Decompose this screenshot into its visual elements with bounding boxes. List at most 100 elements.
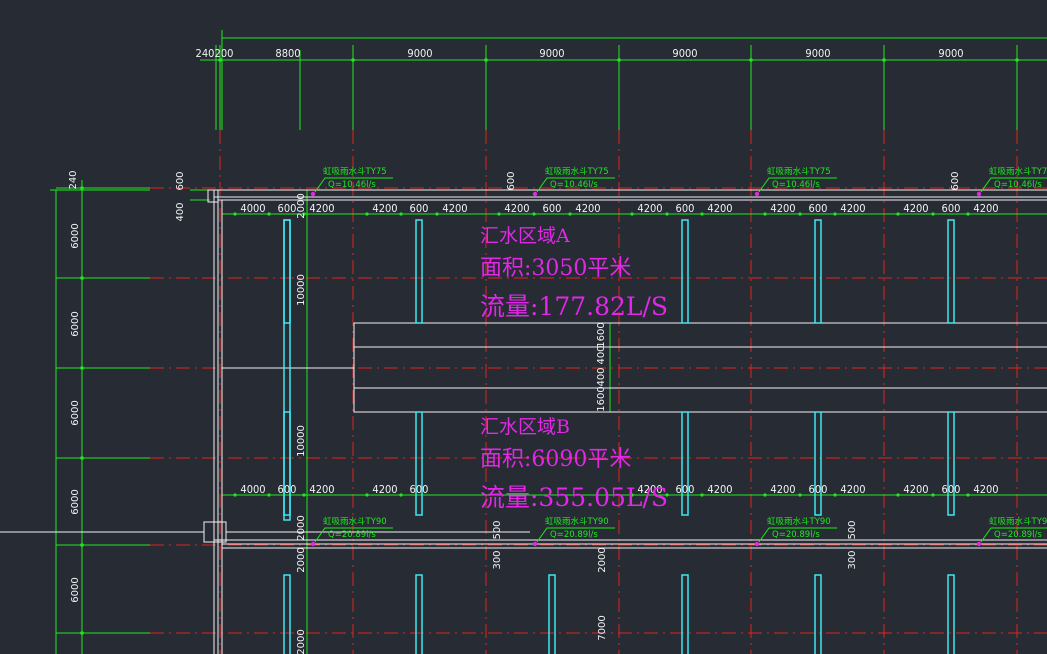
top-dim-200: 200 (215, 47, 234, 60)
gutter-b-6 (947, 411, 955, 516)
inner-dim-bottom-6: 600 (676, 483, 695, 496)
dim-7000: 7000 (597, 615, 608, 640)
left-dim-240: 240 (68, 170, 79, 189)
drain-label-top-2: 虹吸雨水斗TY75 (545, 166, 609, 177)
inner-dim-bottom-11: 4200 (903, 483, 928, 496)
inner-dot-bottom-2 (302, 493, 306, 497)
inner-dot-top-15 (896, 212, 900, 216)
gutter-a-4 (681, 219, 689, 324)
inner-dot-top-8 (568, 212, 572, 216)
inner-dim-top-14: 4200 (840, 202, 865, 215)
drain-flow-top-3: Q=10.46l/s (772, 180, 820, 190)
gutter-b-4 (681, 411, 689, 516)
inner-dot-top-3 (365, 212, 369, 216)
mid-dim-400b: 400 (596, 367, 607, 386)
cad-drawing-canvas[interactable]: 240 200 8800 9000 9000 9000 9000 9000 240 6000 600… (0, 0, 1047, 654)
drain-label-bottom-1: 虹吸雨水斗TY90 (323, 516, 387, 527)
zone-b-flow: 流量:355.05L/S (480, 483, 668, 512)
gutter-c-6 (947, 574, 955, 654)
drain-label-bottom-2: 虹吸雨水斗TY90 (545, 516, 609, 527)
inner-dot-bottom-1 (267, 493, 271, 497)
inner-dim-top-1: 600 (278, 202, 297, 215)
inner-dim-top-11: 4200 (707, 202, 732, 215)
gutter-a-1 (283, 219, 291, 324)
inner-dim-top-17: 4200 (973, 202, 998, 215)
drain-label-top-1: 虹吸雨水斗TY75 (323, 166, 387, 177)
inner-dim-bottom-4: 600 (410, 483, 429, 496)
inner-dim-top-3: 4200 (372, 202, 397, 215)
vert-dim-10000b: 10000 (296, 425, 307, 457)
dim-500a: 500 (492, 520, 503, 539)
dim-600-top-a: 600 (506, 171, 517, 190)
vert-dim-10000a: 10000 (296, 274, 307, 306)
top-dim-240: 240 (196, 47, 215, 60)
dim-300b: 300 (847, 550, 858, 569)
inner-dot-bottom-11 (896, 493, 900, 497)
left-dim-bay-1: 6000 (70, 223, 81, 248)
drain-point-bottom-3 (754, 541, 760, 547)
inner-dim-top-8: 4200 (575, 202, 600, 215)
inner-dim-top-2: 4200 (309, 202, 334, 215)
drain-label-bottom-4: 虹吸雨水斗TY90 (989, 516, 1047, 527)
dim-2000-mid: 2000 (597, 547, 608, 572)
inner-dim-top-9: 4200 (637, 202, 662, 215)
inner-dim-bottom-7: 4200 (707, 483, 732, 496)
inner-dim-top-4: 600 (410, 202, 429, 215)
dim-500b: 500 (847, 520, 858, 539)
drain-point-top-3 (754, 191, 760, 197)
inner-dot-top-9 (630, 212, 634, 216)
inner-dot-bottom-10 (833, 493, 837, 497)
top-dim-bay-1: 9000 (407, 47, 432, 60)
inner-dot-bottom-7 (700, 493, 704, 497)
drain-flow-top-2: Q=10.46l/s (550, 180, 598, 190)
inner-dot-bottom-9 (798, 493, 802, 497)
top-dim-dot-6 (1015, 58, 1019, 62)
inner-dot-top-1 (267, 212, 271, 216)
inner-dim-bottom-1: 600 (278, 483, 297, 496)
inner-dim-top-5: 4200 (442, 202, 467, 215)
inner-dot-top-12 (763, 212, 767, 216)
zone-a-area: 面积:3050平米 (480, 256, 631, 281)
zone-b-annotation: 汇水区域B 面积:6090平米 流量:355.05L/S (480, 416, 668, 512)
inner-dim-bottom-9: 600 (809, 483, 828, 496)
dimension-texts: 240 200 8800 9000 9000 9000 9000 90002406000600… (68, 47, 999, 654)
mid-dim-400a: 400 (596, 345, 607, 364)
inner-dot-bottom-3 (365, 493, 369, 497)
zone-b-name: 汇水区域B (480, 416, 570, 438)
vert-dim-2000a: 2000 (296, 193, 307, 218)
mid-dim-1600a: 1600 (596, 322, 607, 347)
left-dim-bay-3: 6000 (70, 400, 81, 425)
inner-dot-top-14 (833, 212, 837, 216)
left-dim-dot-3 (80, 456, 84, 460)
gutter-col1-full (283, 219, 291, 521)
inner-dim-bottom-0: 4000 (240, 483, 265, 496)
inner-dim-top-7: 600 (543, 202, 562, 215)
top-dim-bay-4: 9000 (805, 47, 830, 60)
inner-dot-bottom-4 (399, 493, 403, 497)
mid-dim-1600b: 1600 (596, 386, 607, 411)
vert-dim-2000b: 2000 (296, 515, 307, 540)
zone-a-name: 汇水区域A (480, 225, 570, 247)
left-dim-dot-1 (80, 276, 84, 280)
top-dim-bay-2: 9000 (539, 47, 564, 60)
gutter-c-1 (283, 574, 291, 654)
inner-dot-bottom-8 (763, 493, 767, 497)
left-dim-dot-4 (80, 543, 84, 547)
drain-label-top-3: 虹吸雨水斗TY75 (767, 166, 831, 177)
inner-dim-bottom-12: 600 (942, 483, 961, 496)
inner-dot-top-5 (435, 212, 439, 216)
inner-dot-top-17 (966, 212, 970, 216)
drain-point-bottom-1 (310, 541, 316, 547)
inner-dot-top-10 (665, 212, 669, 216)
left-dim-dot-0 (80, 186, 84, 190)
inner-dim-top-15: 4200 (903, 202, 928, 215)
inner-dim-bottom-10: 4200 (840, 483, 865, 496)
left-dim-600: 600 (175, 171, 186, 190)
inner-dot-top-6 (497, 212, 501, 216)
drain-flow-bottom-4: Q=20.89l/s (994, 530, 1042, 540)
gutter-b-2 (415, 411, 423, 516)
top-dim-dot-1 (351, 58, 355, 62)
gutter-a-6 (947, 219, 955, 324)
inner-dot-top-11 (700, 212, 704, 216)
inner-dim-bottom-13: 4200 (973, 483, 998, 496)
